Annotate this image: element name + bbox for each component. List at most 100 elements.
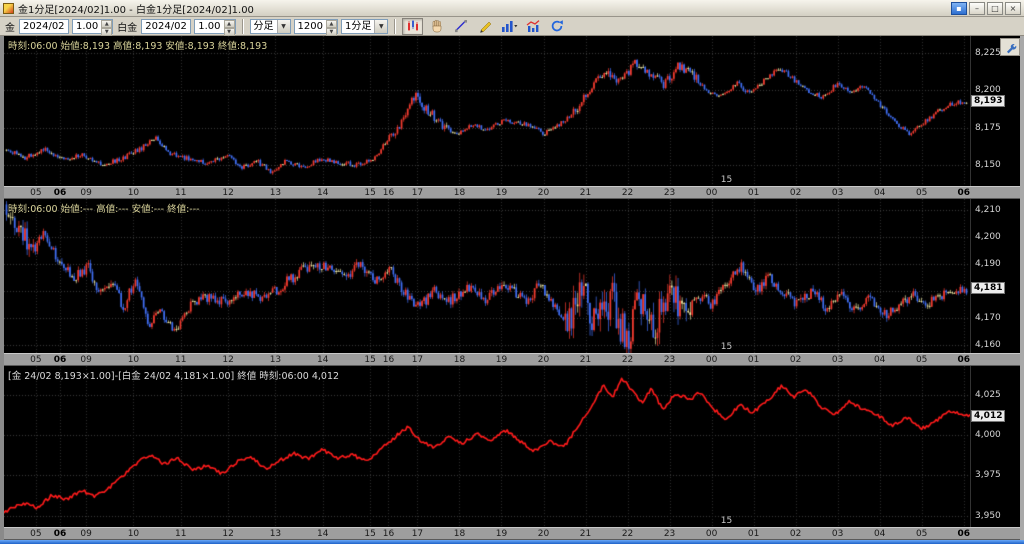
time-label: 04 xyxy=(874,187,885,199)
spread-line-chart[interactable] xyxy=(4,366,970,527)
time-label: 16 xyxy=(383,354,394,366)
spin-down-icon[interactable]: ▼ xyxy=(101,28,112,36)
time-label: 15 xyxy=(364,354,375,366)
time-label: 20 xyxy=(538,528,549,540)
spread-chart-panel[interactable]: [金 24/02 8,193×1.00]-[白金 24/02 4,181×1.0… xyxy=(4,366,1020,527)
y-axis-label: 8,150 xyxy=(975,160,1001,170)
time-label: 21 xyxy=(580,354,591,366)
platinum-month-field[interactable]: 2024/02 xyxy=(141,19,191,34)
time-label: 09 xyxy=(80,528,91,540)
spread-price-axis: 3,950 3,975 4,000 4,025 4,012 xyxy=(970,366,1020,527)
spread-formula-info: [金 24/02 8,193×1.00]-[白金 24/02 4,181×1.0… xyxy=(8,368,339,382)
window-controls: ▪ – □ × xyxy=(951,2,1021,15)
gold-label: 金 xyxy=(5,19,15,34)
time-label: 12 xyxy=(222,354,233,366)
time-label: 05 xyxy=(30,354,41,366)
time-label: 11 xyxy=(175,354,186,366)
toolbar-separator xyxy=(242,19,244,34)
spin-up-icon[interactable]: ▲ xyxy=(101,20,112,28)
close-button[interactable]: × xyxy=(1005,2,1021,15)
bar-count-spinner[interactable]: 1200 ▲ ▼ xyxy=(294,19,338,34)
time-label: 00 xyxy=(706,354,717,366)
refresh-button[interactable] xyxy=(546,18,567,35)
time-label: 14 xyxy=(317,528,328,540)
minimize-button[interactable]: – xyxy=(969,2,985,15)
y-axis-label: 4,000 xyxy=(975,430,1001,440)
platinum-multiplier-spinner[interactable]: 1.00 ▲ ▼ xyxy=(194,19,235,34)
time-label: 12 xyxy=(222,528,233,540)
date-label: 15 xyxy=(721,175,732,185)
pencil-button[interactable] xyxy=(474,18,495,35)
gold-chart-panel[interactable]: 時刻:06:00 始値:8,193 高値:8,193 安値:8,193 終値:8… xyxy=(4,36,1020,186)
time-label: 15 xyxy=(364,528,375,540)
time-label: 21 xyxy=(580,187,591,199)
time-label: 17 xyxy=(412,187,423,199)
gold-candlestick-chart[interactable] xyxy=(4,36,970,186)
spread-chart-button[interactable] xyxy=(522,18,543,35)
pan-button[interactable] xyxy=(426,18,447,35)
time-label: 10 xyxy=(128,354,139,366)
time-label: 22 xyxy=(622,354,633,366)
pin-button[interactable]: ▪ xyxy=(951,2,967,15)
time-label: 06 xyxy=(54,187,67,199)
indicator-button[interactable] xyxy=(498,18,519,35)
time-label: 02 xyxy=(790,187,801,199)
spin-down-icon[interactable]: ▼ xyxy=(326,28,337,36)
candle-chart-button[interactable] xyxy=(402,18,423,35)
last-price-tag: 4,012 xyxy=(971,410,1005,422)
time-label: 12 xyxy=(222,187,233,199)
spread-chart-icon xyxy=(526,19,540,33)
chevron-down-icon[interactable]: ▼ xyxy=(374,20,387,33)
refresh-icon xyxy=(550,19,564,33)
trendline-button[interactable] xyxy=(450,18,471,35)
date-label: 15 xyxy=(721,342,732,352)
time-label: 05 xyxy=(916,528,927,540)
gold-multiplier-spinner[interactable]: 1.00 ▲ ▼ xyxy=(72,19,113,34)
app-icon xyxy=(3,3,14,14)
spin-up-icon[interactable]: ▲ xyxy=(326,20,337,28)
time-label: 01 xyxy=(748,528,759,540)
settings-button[interactable] xyxy=(1000,38,1020,56)
y-axis-label: 4,200 xyxy=(975,232,1001,242)
time-label: 04 xyxy=(874,528,885,540)
maximize-button[interactable]: □ xyxy=(987,2,1003,15)
platinum-candlestick-chart[interactable] xyxy=(4,199,970,353)
time-label: 19 xyxy=(496,528,507,540)
y-axis-label: 3,950 xyxy=(975,511,1001,521)
chevron-down-icon[interactable]: ▼ xyxy=(277,20,290,33)
platinum-label: 白金 xyxy=(117,19,137,34)
pencil-icon xyxy=(478,19,492,33)
time-label: 13 xyxy=(270,187,281,199)
time-label: 10 xyxy=(128,528,139,540)
time-label: 23 xyxy=(664,187,675,199)
time-label: 19 xyxy=(496,354,507,366)
time-label: 14 xyxy=(317,354,328,366)
y-axis-label: 8,200 xyxy=(975,85,1001,95)
platinum-ohlc-info: 時刻:06:00 始値:--- 高値:--- 安値:--- 終値:--- xyxy=(8,201,200,215)
time-label: 03 xyxy=(832,187,843,199)
platinum-chart-panel[interactable]: 時刻:06:00 始値:--- 高値:--- 安値:--- 終値:--- 4,1… xyxy=(4,199,1020,353)
time-label: 00 xyxy=(706,528,717,540)
time-label: 20 xyxy=(538,187,549,199)
trendline-icon xyxy=(454,19,468,33)
toolbar-separator xyxy=(394,19,396,34)
titlebar[interactable]: 金1分足[2024/02]1.00 - 白金1分足[2024/02]1.00 ▪… xyxy=(0,0,1024,17)
y-axis-label: 4,025 xyxy=(975,390,1001,400)
spin-down-icon[interactable]: ▼ xyxy=(224,28,235,36)
period-type-dropdown[interactable]: 分足 ▼ xyxy=(250,19,291,34)
time-label: 14 xyxy=(317,187,328,199)
y-axis-label: 3,975 xyxy=(975,470,1001,480)
app-window: 金1分足[2024/02]1.00 - 白金1分足[2024/02]1.00 ▪… xyxy=(0,0,1024,544)
platinum-price-axis: 4,1604,1704,1804,1904,2004,2104,181 xyxy=(970,199,1020,353)
time-label: 20 xyxy=(538,354,549,366)
time-label: 03 xyxy=(832,528,843,540)
y-axis-label: 8,225 xyxy=(975,48,1001,58)
time-label: 18 xyxy=(454,354,465,366)
timeframe-dropdown[interactable]: 1分足 ▼ xyxy=(341,19,388,34)
y-axis-label: 8,175 xyxy=(975,123,1001,133)
chart-area: 時刻:06:00 始値:8,193 高値:8,193 安値:8,193 終値:8… xyxy=(0,36,1024,540)
time-label: 01 xyxy=(748,354,759,366)
y-axis-label: 4,170 xyxy=(975,313,1001,323)
gold-month-field[interactable]: 2024/02 xyxy=(19,19,69,34)
spin-up-icon[interactable]: ▲ xyxy=(224,20,235,28)
